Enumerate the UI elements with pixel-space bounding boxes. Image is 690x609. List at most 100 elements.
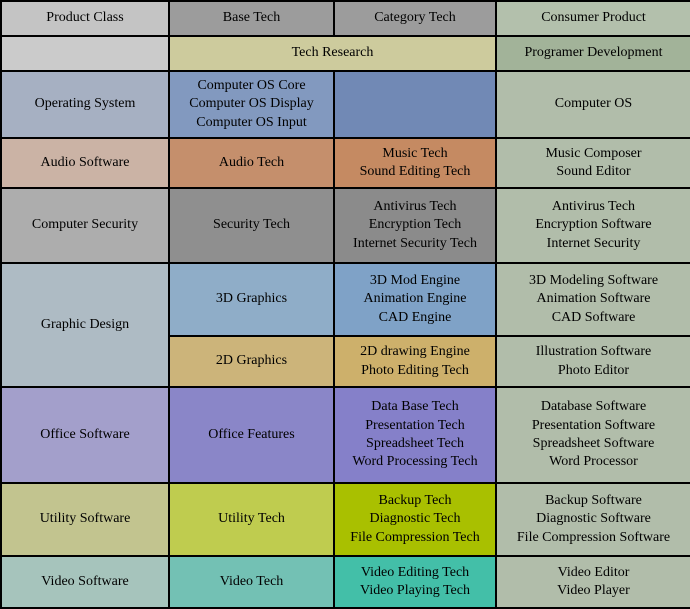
consumer-product-cell-lines: 3D Modeling Software Animation Software CA… xyxy=(502,272,685,327)
column-header-consumer-product-line: Consumer Product xyxy=(541,10,646,26)
category-tech-cell-lines: Music Tech Sound Editing Tech xyxy=(340,145,490,182)
consumer-product-cell-lines: Illustration Software Photo Editor xyxy=(502,343,685,380)
consumer-product-cell-line: Antivirus Tech xyxy=(551,198,636,214)
consumer-product-cell: Music Composer Sound Editor xyxy=(495,137,690,189)
product-class-cell-line: Operating System xyxy=(34,96,136,112)
consumer-product-cell: Database Software Presentation Software Sp… xyxy=(495,386,690,484)
product-class-cell: Video Software xyxy=(0,555,170,609)
product-class-cell-line: Video Software xyxy=(41,573,129,589)
product-class-cell-lines: Operating System xyxy=(7,95,163,113)
product-class-cell-lines: Office Software xyxy=(7,426,163,444)
consumer-product-cell-line: Animation Software xyxy=(536,291,651,307)
category-tech-cell: 3D Mod Engine Animation Engine CAD Engine xyxy=(333,262,497,337)
category-tech-cell-line: Diagnostic Tech xyxy=(369,511,461,527)
product-class-cell-lines: Graphic Design xyxy=(7,316,163,334)
table-row: Office Software Office Features Data Base … xyxy=(0,386,690,484)
consumer-product-cell-line: File Compression Software xyxy=(516,529,671,545)
consumer-product-cell-lines: Database Software Presentation Software Sp… xyxy=(502,398,685,472)
column-header-category-tech[interactable]: Category Tech xyxy=(333,0,497,37)
table-row: Computer Security Security Tech Antivirus … xyxy=(0,187,690,264)
consumer-product-cell-lines: Backup Software Diagnostic Software File C… xyxy=(502,492,685,547)
base-tech-cell-line: Video Tech xyxy=(219,573,284,589)
base-tech-cell-line: Computer OS Display xyxy=(189,96,314,112)
category-tech-cell-lines: 2D drawing Engine Photo Editing Tech xyxy=(340,343,490,380)
consumer-product-cell: Antivirus Tech Encryption Software Interne… xyxy=(495,187,690,264)
category-tech-cell-line: Photo Editing Tech xyxy=(361,362,469,378)
consumer-product-cell-line: Music Composer xyxy=(545,145,642,161)
base-tech-cell: 2D Graphics xyxy=(168,335,335,388)
product-class-cell-line: Utility Software xyxy=(39,511,131,527)
consumer-product-cell-lines: Music Composer Sound Editor xyxy=(502,145,685,182)
category-tech-cell: Backup Tech Diagnostic Tech File Compressi… xyxy=(333,482,497,557)
product-class-cell: Computer Security xyxy=(0,187,170,264)
base-tech-cell-line: Computer OS Input xyxy=(196,114,307,130)
band-row: Tech Research Programer Development xyxy=(0,35,690,72)
product-class-cell-lines: Utility Software xyxy=(7,510,163,528)
column-header-consumer-product[interactable]: Consumer Product xyxy=(495,0,690,37)
product-class-cell-line: Graphic Design xyxy=(40,316,130,332)
consumer-product-cell: Backup Software Diagnostic Software File C… xyxy=(495,482,690,557)
product-class-cell-line: Audio Software xyxy=(40,154,130,170)
column-header-category-tech-line: Category Tech xyxy=(374,10,456,26)
product-technology-matrix: Product Class Base Tech Category Tech Consu… xyxy=(0,0,690,609)
consumer-product-cell-line: Presentation Software xyxy=(531,417,656,433)
product-class-cell-line: Office Software xyxy=(40,426,130,442)
base-tech-cell: Office Features xyxy=(168,386,335,484)
category-tech-cell-line: 3D Mod Engine xyxy=(369,272,461,288)
category-tech-cell-lines: Video Editing Tech Video Playing Tech xyxy=(340,564,490,601)
column-header-product-class[interactable]: Product Class xyxy=(0,0,170,37)
product-class-cell-lines: Video Software xyxy=(7,573,163,591)
base-tech-cell-line: Audio Tech xyxy=(218,154,285,170)
base-tech-cell: 3D Graphics xyxy=(168,262,335,337)
base-tech-cell-lines: Computer OS Core Computer OS Display Compu… xyxy=(175,77,328,132)
category-tech-cell-line: Backup Tech xyxy=(378,492,452,508)
consumer-product-cell-lines: Computer OS xyxy=(502,95,685,113)
category-tech-cell-line: Presentation Tech xyxy=(365,417,465,433)
base-tech-cell: Security Tech xyxy=(168,187,335,264)
product-class-cell: Office Software xyxy=(0,386,170,484)
category-tech-cell-line: Word Processing Tech xyxy=(352,454,478,470)
category-tech-cell: 2D drawing Engine Photo Editing Tech xyxy=(333,335,497,388)
category-tech-cell-line: Sound Editing Tech xyxy=(359,164,471,179)
category-tech-cell-line: Video Editing Tech xyxy=(360,564,470,580)
column-header-category-tech-lines: Category Tech xyxy=(340,9,490,27)
base-tech-cell-lines: 3D Graphics xyxy=(175,290,328,308)
product-class-cell: Graphic Design xyxy=(0,262,170,388)
consumer-product-cell-line: Spreadsheet Software xyxy=(532,436,655,451)
base-tech-cell-line: Utility Tech xyxy=(218,511,285,527)
category-tech-cell-line: Animation Engine xyxy=(363,291,467,307)
consumer-product-cell-line: 3D Modeling Software xyxy=(528,272,659,288)
category-tech-cell xyxy=(333,70,497,139)
table-row: Graphic Design 3D Graphics 3D Mod Engine An… xyxy=(0,262,690,388)
consumer-product-cell: Illustration Software Photo Editor xyxy=(495,335,690,388)
band-programmer-development: Programer Development xyxy=(495,35,690,72)
band-empty-cell xyxy=(0,35,170,72)
base-tech-cell: Utility Tech xyxy=(168,482,335,557)
category-tech-cell: Antivirus Tech Encryption Tech Internet Se… xyxy=(333,187,497,264)
consumer-product-cell-line: Diagnostic Software xyxy=(536,511,651,527)
consumer-product-cell-line: CAD Software xyxy=(551,309,636,325)
column-header-base-tech[interactable]: Base Tech xyxy=(168,0,335,37)
consumer-product-cell-line: Photo Editor xyxy=(557,362,630,378)
base-tech-cell-line: Office Features xyxy=(208,426,295,442)
band-programmer-development-lines: Programer Development xyxy=(502,44,685,62)
category-tech-cell-lines: 3D Mod Engine Animation Engine CAD Engine xyxy=(340,272,490,327)
consumer-product-cell: Video Editor Video Player xyxy=(495,555,690,609)
category-tech-cell: Music Tech Sound Editing Tech xyxy=(333,137,497,189)
category-tech-cell-line: Antivirus Tech xyxy=(373,198,457,214)
base-tech-cell: Video Tech xyxy=(168,555,335,609)
base-tech-cell: Computer OS Core Computer OS Display Compu… xyxy=(168,70,335,139)
product-class-cell: Operating System xyxy=(0,70,170,139)
base-tech-cell-line: 3D Graphics xyxy=(215,291,288,307)
base-tech-cell-lines: 2D Graphics xyxy=(175,352,328,370)
base-tech-cell-line: Security Tech xyxy=(213,217,290,233)
base-tech-cell-line: 2D Graphics xyxy=(215,353,288,369)
consumer-product-cell-line: Illustration Software xyxy=(535,344,652,360)
base-tech-cell-lines: Audio Tech xyxy=(175,154,328,172)
consumer-product-cell-line: Encryption Software xyxy=(535,217,652,233)
consumer-product-cell-line: Sound Editor xyxy=(556,164,631,179)
category-tech-cell-line: Spreadsheet Tech xyxy=(366,436,464,451)
consumer-product-cell-lines: Antivirus Tech Encryption Software Interne… xyxy=(502,198,685,253)
consumer-product-cell-lines: Video Editor Video Player xyxy=(502,564,685,601)
column-header-base-tech-line: Base Tech xyxy=(222,10,281,26)
